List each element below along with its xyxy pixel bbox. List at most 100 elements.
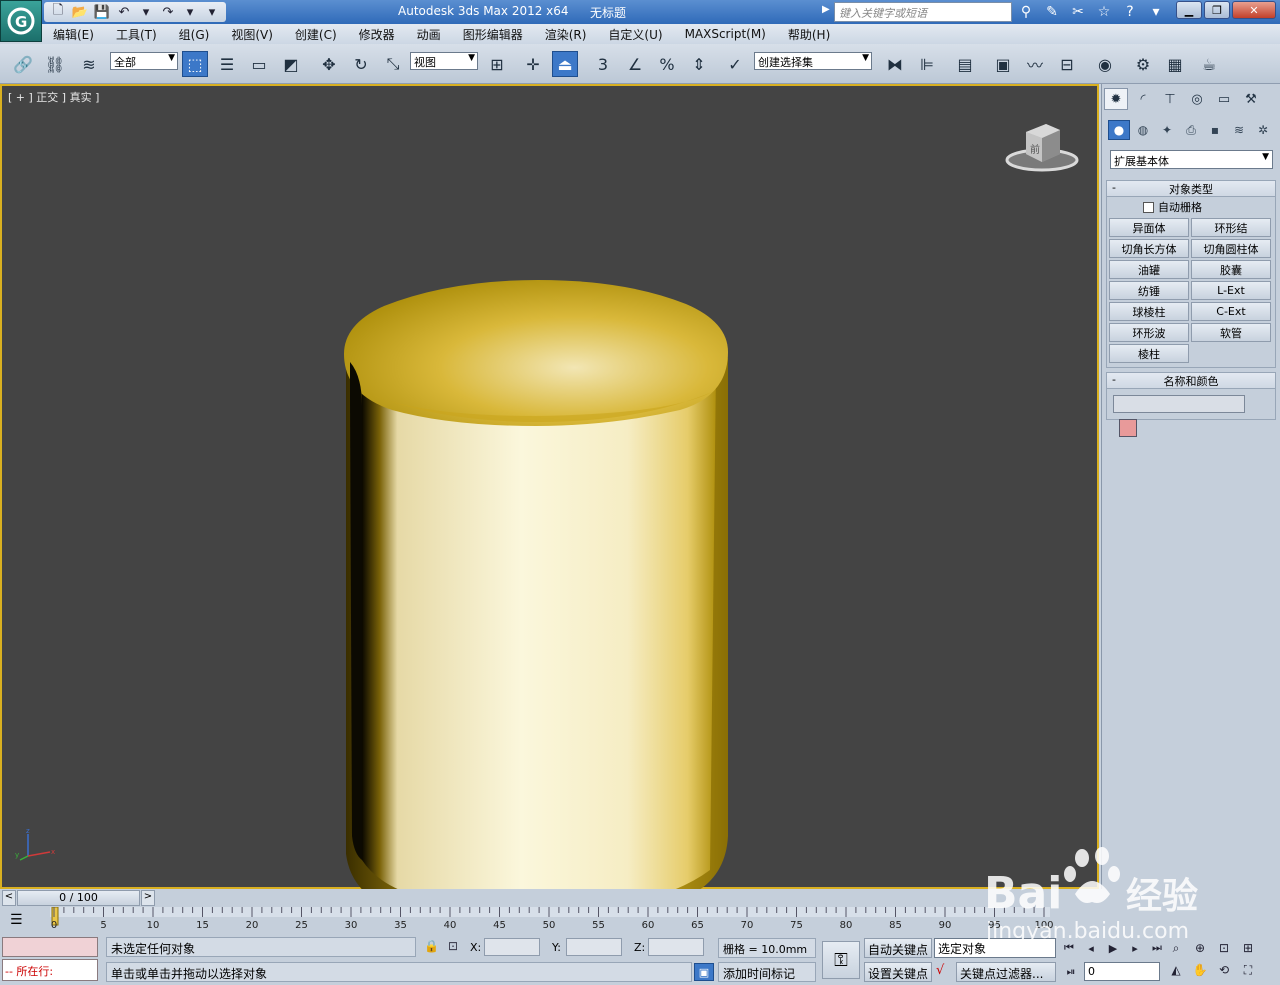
application-menu-button[interactable]: G (0, 0, 42, 42)
chamfer-cyl-button[interactable]: 切角圆柱体 (1191, 239, 1271, 258)
pan-icon[interactable]: ✋ (1190, 961, 1210, 979)
key-filters-button[interactable]: 关键点过滤器... (956, 962, 1056, 982)
go-to-start-icon[interactable]: ⏮ (1060, 939, 1078, 957)
space-warps-icon[interactable]: ≋ (1228, 120, 1250, 140)
l-ext-button[interactable]: L-Ext (1191, 281, 1271, 300)
systems-icon[interactable]: ✲ (1252, 120, 1274, 140)
chamfer-cylinder-object[interactable] (340, 276, 732, 930)
utilities-tab-icon[interactable]: ⚒ (1239, 88, 1263, 110)
menu-edit[interactable]: 编辑(E) (42, 26, 105, 43)
object-color-swatch[interactable] (1119, 419, 1137, 437)
render-setup-icon[interactable]: ⚙ (1130, 51, 1156, 77)
material-editor-icon[interactable]: ◉ (1092, 51, 1118, 77)
cameras-icon[interactable]: ⎙ (1180, 120, 1202, 140)
open-file-icon[interactable]: 📂 (70, 3, 90, 21)
zoom-extents-icon[interactable]: ⊡ (1214, 939, 1234, 957)
favorites-star-icon[interactable]: ☆ (1094, 2, 1114, 22)
menu-graph-editors[interactable]: 图形编辑器 (452, 26, 534, 43)
named-selection-set-dropdown[interactable]: 创建选择集 ▼ (754, 52, 872, 70)
oil-tank-button[interactable]: 油罐 (1109, 260, 1189, 279)
bind-to-space-warp-icon[interactable]: ≋ (76, 51, 102, 77)
key-selection-set-dropdown[interactable]: 选定对象 (934, 938, 1056, 958)
autogrid-option[interactable]: 自动栅格 (1107, 197, 1275, 217)
select-object-icon[interactable]: ⬚ (182, 51, 208, 77)
curve-editor-icon[interactable]: 〰 (1022, 51, 1048, 77)
undo-icon[interactable]: ↶ (114, 3, 134, 21)
selection-filter-dropdown[interactable]: 全部 ▼ (110, 52, 178, 70)
display-tab-icon[interactable]: ▭ (1212, 88, 1236, 110)
angle-snap-icon[interactable]: ∠ (622, 51, 648, 77)
previous-key-icon[interactable]: ◂ (1082, 939, 1100, 957)
set-key-button[interactable]: 设置关键点 (864, 962, 932, 982)
unlink-selection-icon[interactable]: ⛓ (42, 51, 68, 77)
menu-modifiers[interactable]: 修改器 (348, 26, 406, 43)
next-key-icon[interactable]: ▸ (1126, 939, 1144, 957)
search-expand-icon[interactable]: ▶ (822, 4, 830, 15)
x-coordinate-field[interactable] (484, 938, 540, 956)
reference-coordinate-dropdown[interactable]: 视图 ▼ (410, 52, 478, 70)
search-input[interactable]: 键入关键字或短语 (834, 2, 1012, 22)
render-production-icon[interactable]: ☕ (1196, 51, 1222, 77)
pivot-center-icon[interactable]: ⊞ (484, 51, 510, 77)
absolute-relative-icon[interactable]: ⊡ (448, 939, 458, 953)
rectangular-selection-icon[interactable]: ▭ (246, 51, 272, 77)
gengon-button[interactable]: 球棱柱 (1109, 302, 1189, 321)
chamfer-box-button[interactable]: 切角长方体 (1109, 239, 1189, 258)
qat-customize-icon[interactable]: ▾ (202, 3, 222, 21)
menu-help[interactable]: 帮助(H) (777, 26, 841, 43)
zoom-icon[interactable]: ⌕ (1166, 939, 1186, 957)
object-name-field[interactable] (1113, 395, 1245, 413)
schematic-view-icon[interactable]: ⊟ (1054, 51, 1080, 77)
help-icon[interactable]: ? (1120, 2, 1140, 22)
field-of-view-icon[interactable]: ◭ (1166, 961, 1186, 979)
object-type-header[interactable]: - 对象类型 (1107, 181, 1275, 197)
next-frame-icon[interactable]: > (141, 890, 155, 906)
menu-tools[interactable]: 工具(T) (105, 26, 168, 43)
select-by-name-icon[interactable]: ☰ (214, 51, 240, 77)
current-frame-field[interactable]: 0 (1084, 962, 1160, 981)
play-icon[interactable]: ▶ (1104, 939, 1122, 957)
redo-icon[interactable]: ↷ (158, 3, 178, 21)
select-and-scale-icon[interactable]: ⤡ (380, 51, 406, 77)
zoom-all-icon[interactable]: ⊕ (1190, 939, 1210, 957)
select-and-link-icon[interactable]: 🔗 (10, 51, 36, 77)
menu-views[interactable]: 视图(V) (220, 26, 284, 43)
orbit-icon[interactable]: ⟲ (1214, 961, 1234, 979)
hedra-button[interactable]: 异面体 (1109, 218, 1189, 237)
rendered-frame-window-icon[interactable]: ▦ (1162, 51, 1188, 77)
c-ext-button[interactable]: C-Ext (1191, 302, 1271, 321)
torus-knot-button[interactable]: 环形结 (1191, 218, 1271, 237)
menu-customize[interactable]: 自定义(U) (597, 26, 673, 43)
save-file-icon[interactable]: 💾 (92, 3, 112, 21)
maxscript-mini-listener[interactable] (2, 937, 98, 957)
percent-snap-icon[interactable]: % (654, 51, 680, 77)
object-category-dropdown[interactable]: 扩展基本体 ▼ (1110, 150, 1273, 169)
mirror-icon[interactable]: ⧓ (882, 51, 908, 77)
ringwave-button[interactable]: 环形波 (1109, 323, 1189, 342)
graphite-ribbon-icon[interactable]: ▣ (990, 51, 1016, 77)
track-bar[interactable]: ☰ 0 5 10 15 20 25 30 35 40 45 50 55 60 65 70 75 80 85 90 95… (0, 907, 1280, 935)
subscription-icon[interactable]: ✎ (1042, 2, 1062, 22)
spinner-snap-icon[interactable]: ⇕ (686, 51, 712, 77)
maximize-viewport-icon[interactable]: ⛶ (1238, 961, 1258, 979)
redo-dropdown-icon[interactable]: ▾ (180, 3, 200, 21)
menu-rendering[interactable]: 渲染(R) (534, 26, 598, 43)
layer-manager-icon[interactable]: ▤ (952, 51, 978, 77)
create-tab-icon[interactable]: ✹ (1104, 88, 1128, 110)
close-icon[interactable]: ✕ (1232, 1, 1276, 19)
edit-named-selection-icon[interactable]: ✓ (722, 51, 748, 77)
snaps-toggle-icon[interactable]: 3 (590, 51, 616, 77)
prism-button[interactable]: 棱柱 (1109, 344, 1189, 363)
viewcube-icon[interactable]: 前 (1004, 120, 1080, 174)
previous-frame-icon[interactable]: < (2, 890, 16, 906)
new-file-icon[interactable]: 🗋 (48, 3, 68, 21)
y-coordinate-field[interactable] (566, 938, 622, 956)
time-slider[interactable]: 0 / 100 (17, 890, 140, 906)
key-mode-icon[interactable]: ⏯ (1062, 963, 1080, 981)
perspective-viewport[interactable]: [ + ] 正交 ] 真实 ] 前 z x y (0, 84, 1099, 926)
go-to-end-icon[interactable]: ⏭ (1148, 939, 1166, 957)
maxscript-prompt[interactable]: -- 所在行: (2, 959, 98, 981)
geometry-icon[interactable]: ● (1108, 120, 1130, 140)
menu-animation[interactable]: 动画 (406, 26, 452, 43)
minimize-icon[interactable]: ▁ (1176, 1, 1202, 19)
